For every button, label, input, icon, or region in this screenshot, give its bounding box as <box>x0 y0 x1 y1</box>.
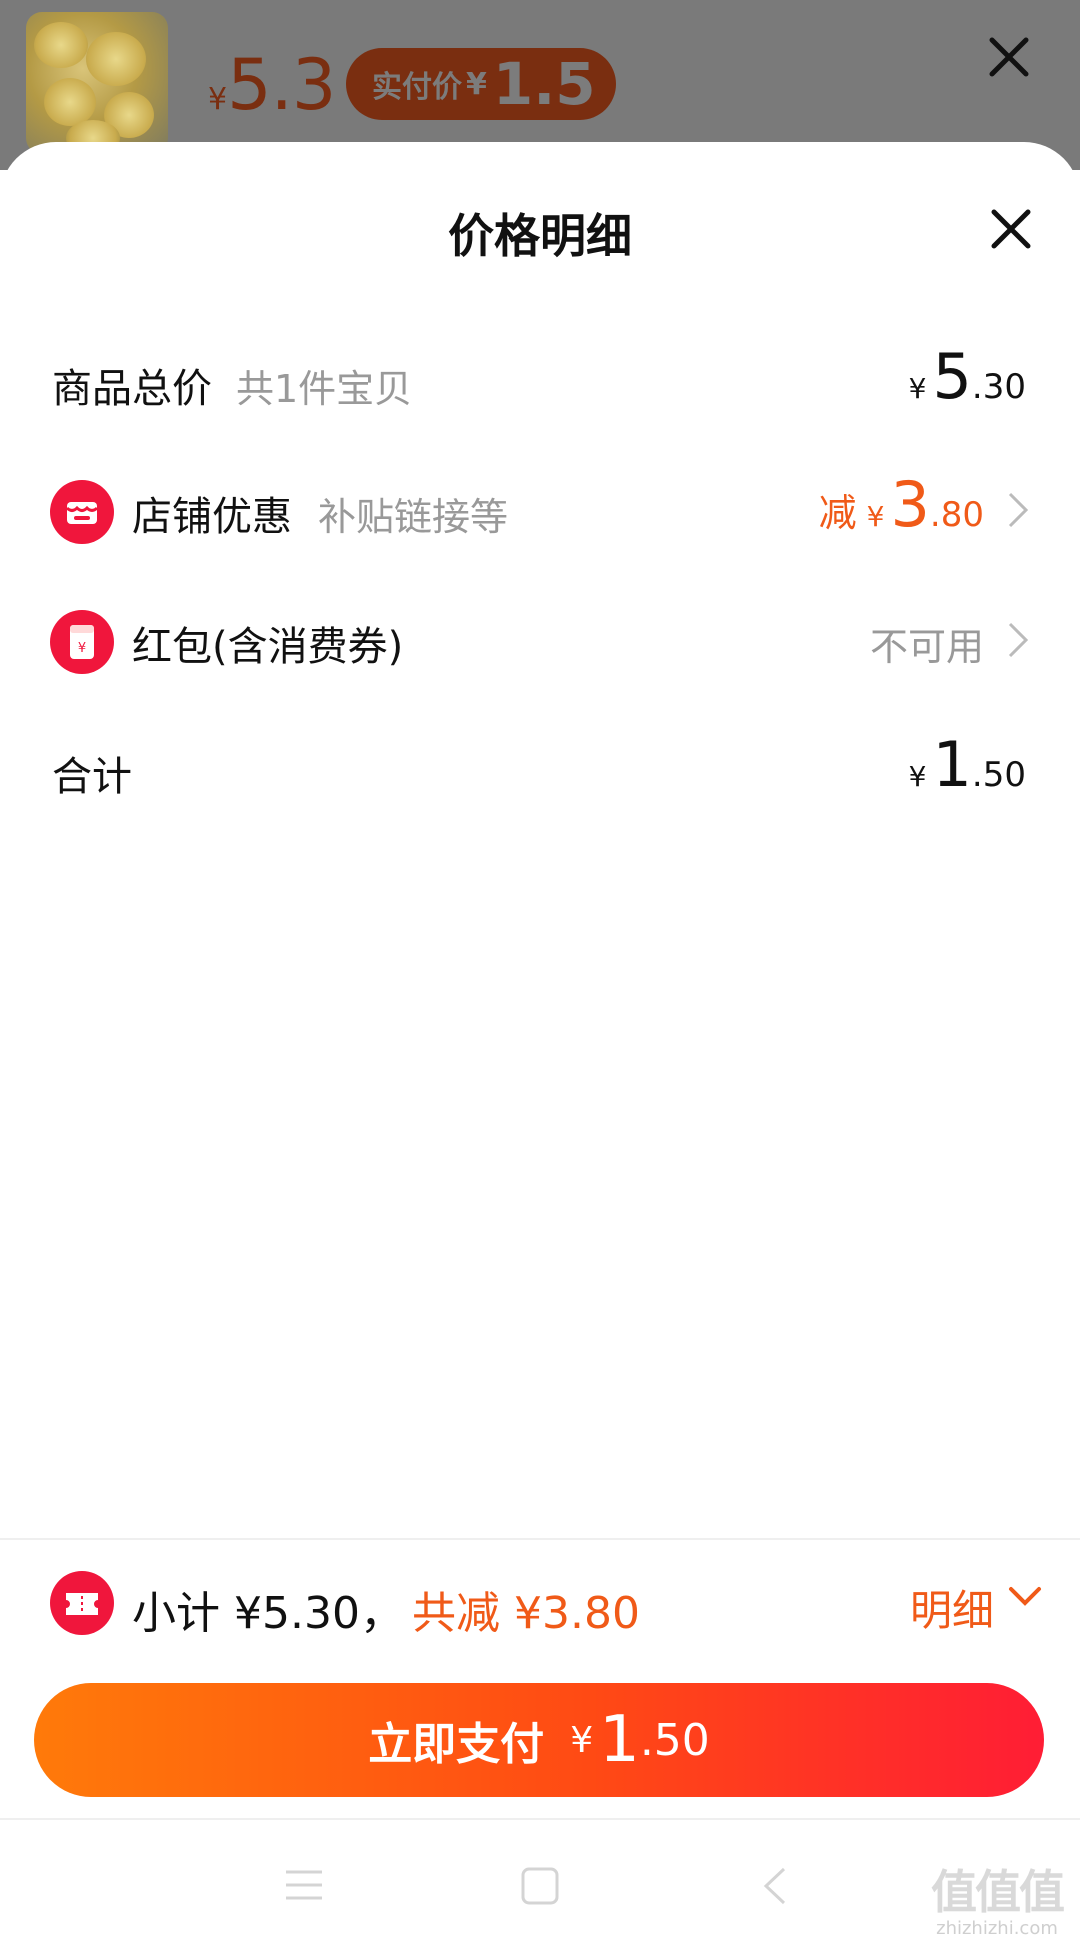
amount-dec: .30 <box>971 367 1026 407</box>
currency-symbol: ¥ <box>570 1719 594 1761</box>
chevron-right-icon <box>1008 492 1029 528</box>
amount-int: 3 <box>890 468 930 541</box>
row-label: 店铺优惠 <box>132 494 292 540</box>
chevron-down-icon[interactable] <box>1008 1585 1042 1609</box>
row-label: 商品总价 <box>52 366 212 412</box>
svg-text:¥: ¥ <box>78 641 86 656</box>
pay-label: 立即支付 <box>368 1719 545 1770</box>
product-thumbnail <box>26 12 168 154</box>
row-total-price: 商品总价 共1件宝贝 ¥ 5 .30 <box>0 340 1080 420</box>
watermark-url: zhizhizhi.com <box>936 1918 1058 1939</box>
amount-dec: .50 <box>971 755 1026 795</box>
red-envelope-icon: ¥ <box>50 610 114 674</box>
total-amount: ¥ 5 .30 <box>909 340 1026 413</box>
row-sub: 共1件宝贝 <box>236 367 413 411</box>
saved-text: 共减 ¥3.80 <box>412 1588 640 1639</box>
amount-int: 1 <box>932 728 972 801</box>
row-shop-discount[interactable]: 店铺优惠 补贴链接等 减 ¥ 3 .80 <box>0 468 1080 548</box>
divider <box>0 1538 1080 1540</box>
final-price-pill: 实付价 ¥ 1.5 <box>346 48 616 120</box>
price-value: 5.3 <box>227 44 336 126</box>
final-price-value: 1.5 <box>492 50 596 118</box>
discount-prefix: 减 <box>818 491 857 535</box>
watermark: 值值值 zhizhizhi.com <box>922 1856 1072 1944</box>
discount-amount: 减 ¥ 3 .80 <box>819 468 984 541</box>
watermark-logo: 值值值 <box>931 1865 1065 1919</box>
row-red-packet[interactable]: ¥ 红包(含消费券) 不可用 <box>0 598 1080 678</box>
store-icon <box>50 480 114 544</box>
coupon-icon <box>50 1571 114 1635</box>
amount-dec: .80 <box>929 495 984 535</box>
redpacket-status: 不可用 <box>869 625 984 669</box>
pay-amount-dec: .50 <box>639 1714 710 1766</box>
detail-toggle[interactable]: 明细 <box>910 1577 994 1638</box>
sheet-title: 价格明细 <box>448 209 632 263</box>
currency-symbol: ¥ <box>466 66 487 102</box>
pay-now-button[interactable]: 立即支付 ¥ 1 .50 <box>34 1683 1044 1797</box>
chevron-right-icon <box>1008 622 1029 658</box>
currency-symbol: ¥ <box>908 760 927 793</box>
back-icon[interactable] <box>762 1866 788 1906</box>
row-label: 红包(含消费券) <box>132 624 404 670</box>
home-square-icon[interactable] <box>520 1866 560 1906</box>
subtotal-text: 小计 ¥5.30， <box>132 1588 404 1639</box>
row-sub: 补贴链接等 <box>318 495 509 539</box>
currency-symbol: ¥ <box>908 372 927 405</box>
row-label: 合计 <box>52 754 132 800</box>
system-nav-bar <box>0 1820 1080 1945</box>
sum-amount: ¥ 1 .50 <box>909 728 1026 801</box>
product-price: ¥ 5.3 <box>208 44 336 126</box>
close-icon[interactable] <box>986 34 1032 80</box>
final-price-label: 实付价 <box>372 70 462 105</box>
pay-amount-int: 1 <box>599 1703 640 1777</box>
menu-icon[interactable] <box>284 1868 324 1902</box>
close-icon[interactable] <box>988 206 1034 252</box>
amount-int: 5 <box>932 340 972 413</box>
currency-symbol: ¥ <box>866 500 885 533</box>
row-sum: 合计 ¥ 1 .50 <box>0 728 1080 808</box>
currency-symbol: ¥ <box>208 82 228 117</box>
